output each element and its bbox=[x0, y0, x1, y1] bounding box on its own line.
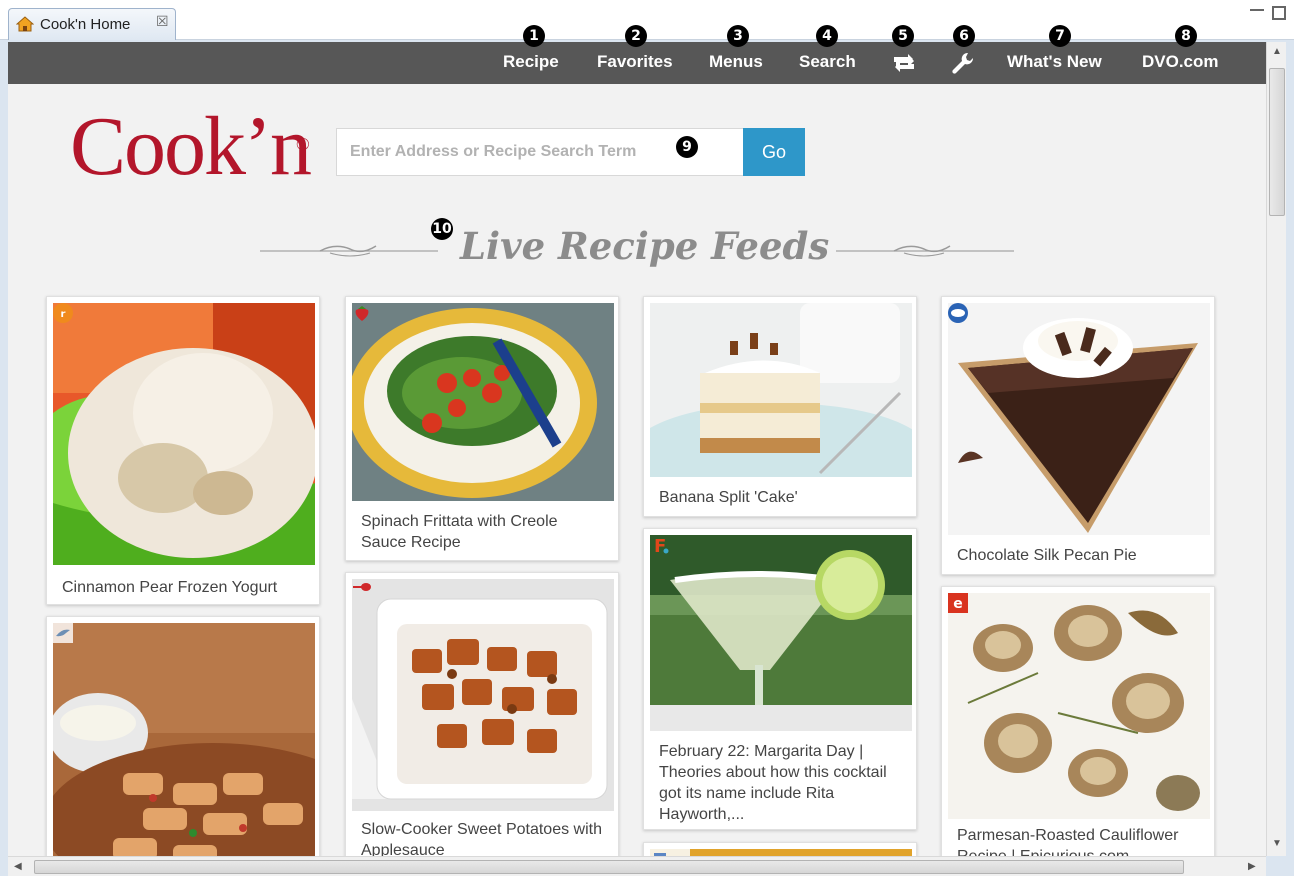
callout-badge: 7 bbox=[1049, 25, 1071, 47]
recipe-photo bbox=[948, 303, 1210, 535]
nav-menus[interactable]: Menus bbox=[709, 52, 763, 72]
nav-recipe[interactable]: Recipe bbox=[503, 52, 559, 72]
go-button[interactable]: Go bbox=[743, 128, 805, 176]
top-nav-bar: 1 Recipe 2 Favorites 3 Menus 4 Search 5 … bbox=[8, 25, 1266, 84]
nav-whats-new[interactable]: What's New bbox=[1007, 52, 1102, 72]
source-blue-square-icon bbox=[654, 853, 666, 856]
scroll-down-arrow-icon[interactable]: ▼ bbox=[1272, 838, 1282, 849]
tab-cookn-home[interactable]: Cook'n Home ☒ bbox=[8, 8, 176, 40]
heading-ornament-left bbox=[260, 245, 438, 257]
maximize-icon[interactable] bbox=[1272, 6, 1286, 20]
recipe-title: Slow-Cooker Sweet Potatoes with Applesau… bbox=[361, 821, 602, 856]
recipe-card[interactable]: F February 22: Margarita Day | Theories … bbox=[643, 528, 917, 830]
recipe-card[interactable]: Slow-Cooker Sweet Potatoes with Applesau… bbox=[345, 572, 619, 856]
recipe-title: Chocolate Silk Pecan Pie bbox=[957, 547, 1137, 564]
recipe-photo bbox=[948, 593, 1210, 819]
wrench-icon[interactable] bbox=[949, 50, 977, 76]
scroll-right-arrow-icon[interactable]: ▶ bbox=[1248, 861, 1256, 872]
recipe-card[interactable] bbox=[46, 616, 320, 856]
callout-badge: 5 bbox=[892, 25, 914, 47]
svg-text:e: e bbox=[953, 596, 963, 612]
recipe-photo bbox=[650, 303, 912, 477]
nav-search[interactable]: Search bbox=[799, 52, 856, 72]
cookn-logo: Cook’n bbox=[70, 100, 312, 193]
vertical-scrollbar[interactable]: ▲ ▼ bbox=[1266, 42, 1286, 856]
callout-badge: 2 bbox=[625, 25, 647, 47]
scroll-up-arrow-icon[interactable]: ▲ bbox=[1272, 46, 1282, 57]
recipe-title: Spinach Frittata with Creole Sauce Recip… bbox=[361, 513, 558, 551]
recipe-card[interactable]: Spinach Frittata with Creole Sauce Recip… bbox=[345, 296, 619, 561]
callout-badge: 1 bbox=[523, 25, 545, 47]
source-bird-logo-icon bbox=[53, 623, 73, 643]
vertical-scroll-thumb[interactable] bbox=[1269, 68, 1285, 216]
tab-label: Cook'n Home bbox=[40, 16, 131, 33]
source-e-logo-icon: e bbox=[948, 593, 968, 613]
recipe-title: February 22: Margarita Day | Theories ab… bbox=[659, 743, 887, 823]
source-f-logo-icon: F bbox=[654, 536, 669, 555]
recipe-title: Parmesan-Roasted Cauliflower Recipe | Ep… bbox=[957, 827, 1179, 856]
recipe-card[interactable]: r Cinnamon Pear Frozen Yogurt bbox=[46, 296, 320, 605]
horizontal-scroll-thumb[interactable] bbox=[34, 860, 1184, 874]
nav-favorites[interactable]: Favorites bbox=[597, 52, 673, 72]
recipe-card[interactable] bbox=[643, 842, 917, 856]
recipe-photo bbox=[53, 303, 315, 565]
heading-ornament-right bbox=[836, 245, 1014, 257]
sync-icon[interactable] bbox=[890, 50, 918, 76]
tab-strip: Cook'n Home ☒ bbox=[0, 0, 1294, 40]
recipe-card[interactable]: Banana Split 'Cake' bbox=[643, 296, 917, 517]
nav-dvo-com[interactable]: DVO.com bbox=[1142, 52, 1219, 72]
callout-badge: 4 bbox=[816, 25, 838, 47]
callout-badge: 6 bbox=[953, 25, 975, 47]
source-orange-logo-icon: r bbox=[53, 303, 73, 323]
home-content: Cook’n ® 9 Go 10 Live Recipe Feeds bbox=[8, 84, 1266, 856]
recipe-photo bbox=[352, 579, 614, 811]
source-spoon-icon bbox=[353, 583, 371, 591]
callout-badge: 10 bbox=[431, 218, 453, 240]
scroll-left-arrow-icon[interactable]: ◀ bbox=[14, 861, 22, 872]
live-recipe-feeds-heading: Live Recipe Feeds bbox=[460, 224, 830, 268]
recipe-card[interactable]: Chocolate Silk Pecan Pie bbox=[941, 296, 1215, 575]
recipe-photo bbox=[352, 303, 614, 501]
callout-badge: 8 bbox=[1175, 25, 1197, 47]
source-pillsbury-icon bbox=[948, 303, 968, 323]
svg-text:r: r bbox=[61, 309, 66, 320]
recipe-photo bbox=[53, 623, 315, 856]
recipe-card[interactable]: e Parmesan-Roasted Cauliflower Recipe | … bbox=[941, 586, 1215, 856]
callout-badge: 9 bbox=[676, 136, 698, 158]
minimize-icon[interactable] bbox=[1250, 9, 1264, 17]
recipe-title: Banana Split 'Cake' bbox=[659, 489, 798, 506]
callout-badge: 3 bbox=[727, 25, 749, 47]
horizontal-scrollbar[interactable]: ◀ ▶ bbox=[8, 856, 1266, 876]
recipe-photo bbox=[650, 849, 912, 856]
source-strawberry-icon bbox=[355, 306, 369, 321]
recipe-title: Cinnamon Pear Frozen Yogurt bbox=[62, 579, 278, 596]
logo-registered-mark: ® bbox=[296, 134, 310, 154]
recipe-photo bbox=[650, 535, 912, 731]
close-icon[interactable]: ☒ bbox=[156, 13, 169, 30]
home-icon bbox=[16, 16, 34, 32]
